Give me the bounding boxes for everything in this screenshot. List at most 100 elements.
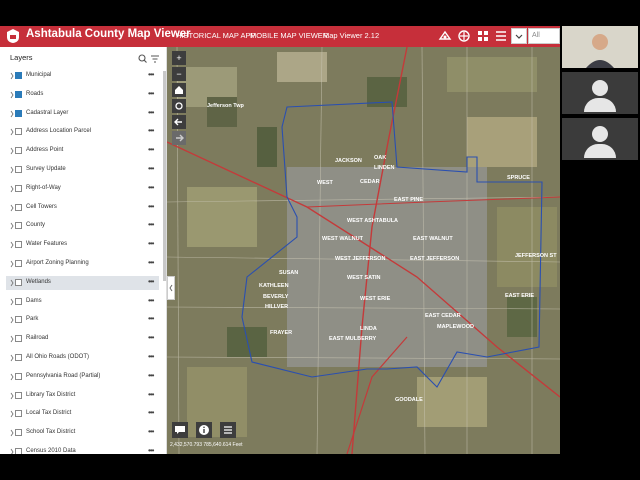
locate-button[interactable] [172,99,186,113]
search-input[interactable]: All [528,28,560,44]
nav-historical-map-app[interactable]: HISTORICAL MAP APP [176,31,255,40]
layer-visibility-checkbox[interactable] [15,147,22,155]
layer-visibility-checkbox[interactable] [15,166,22,173]
chevron-right-icon[interactable] [10,392,14,400]
chat-button[interactable] [172,422,188,438]
layer-options-icon[interactable]: ••• [148,258,154,267]
layer-row[interactable]: Library Tax District ••• [0,389,160,403]
layer-row[interactable]: Municipal ••• [0,69,160,84]
chevron-right-icon[interactable] [10,166,14,174]
layer-row[interactable]: Pennsylvania Road (Partial) ••• [0,370,160,384]
layer-options-icon[interactable]: ••• [148,108,154,117]
layer-row[interactable]: Railroad ••• [0,332,160,346]
layer-options-icon[interactable]: ••• [148,446,154,454]
panel-collapse-handle[interactable] [167,276,175,300]
layer-options-icon[interactable]: ••• [148,126,154,135]
chevron-right-icon[interactable] [10,128,14,136]
layer-row[interactable]: Water Features ••• [0,238,160,252]
zoom-out-button[interactable]: − [172,67,186,81]
layer-visibility-checkbox[interactable] [15,90,22,103]
chevron-right-icon[interactable] [10,91,14,99]
search-source-dropdown[interactable] [511,28,527,44]
layer-visibility-checkbox[interactable] [15,391,22,399]
chevron-right-icon[interactable] [10,222,14,230]
chevron-right-icon[interactable] [10,316,14,324]
chevron-right-icon[interactable] [10,429,14,437]
chevron-right-icon[interactable] [10,354,14,362]
filter-list-icon[interactable] [151,55,159,63]
layer-row[interactable]: All Ohio Roads (ODOT) ••• [0,351,160,365]
chevron-right-icon[interactable] [10,410,14,418]
layer-list-scrollbar[interactable] [163,71,166,281]
bookmark-grid-icon[interactable] [476,29,490,43]
layer-options-icon[interactable]: ••• [148,427,154,436]
layer-row[interactable]: Address Location Parcel ••• [0,125,160,139]
layer-visibility-checkbox[interactable] [15,354,22,361]
chevron-right-icon[interactable] [10,110,14,118]
layer-row[interactable]: School Tax District ••• [0,426,160,440]
chevron-right-icon[interactable] [10,373,14,381]
layer-row[interactable]: Cell Towers ••• [0,201,160,215]
zoom-in-button[interactable]: + [172,51,186,65]
chevron-right-icon[interactable] [10,147,14,155]
next-extent-button[interactable] [172,131,186,145]
layer-options-icon[interactable]: ••• [148,333,154,342]
layer-options-icon[interactable]: ••• [148,371,154,380]
chevron-right-icon[interactable] [10,298,14,306]
layer-visibility-checkbox[interactable] [15,297,22,305]
layer-visibility-checkbox[interactable] [15,222,22,230]
layer-row[interactable]: Wetlands ••• [6,275,159,290]
chevron-right-icon[interactable] [10,260,14,268]
map-view[interactable]: Jefferson Twp JACKSON OAK LINDEN WEST CE… [167,47,560,454]
layer-visibility-checkbox[interactable] [15,241,22,249]
layer-options-icon[interactable]: ••• [148,183,154,192]
layer-options-icon[interactable]: ••• [148,277,154,286]
layer-options-icon[interactable]: ••• [148,89,154,98]
menu-icon[interactable] [494,29,508,43]
layer-visibility-checkbox[interactable] [15,410,22,418]
chevron-right-icon[interactable] [10,241,14,249]
nav-mobile-map-viewer[interactable]: MOBILE MAP VIEWER [250,31,328,40]
layer-row[interactable]: Dams ••• [0,295,160,309]
layer-visibility-checkbox[interactable] [15,429,22,437]
layer-options-icon[interactable]: ••• [148,145,154,154]
chevron-right-icon[interactable] [10,185,14,193]
layers-toggle-icon[interactable] [457,29,471,43]
layer-options-icon[interactable]: ••• [148,164,154,173]
layer-options-icon[interactable]: ••• [148,70,154,79]
chevron-right-icon[interactable] [10,72,14,80]
layer-options-icon[interactable]: ••• [148,220,154,229]
tools-icon[interactable] [438,29,452,43]
layer-row[interactable]: Right-of-Way ••• [0,182,160,196]
layer-visibility-checkbox[interactable] [15,278,22,286]
layer-row[interactable]: County ••• [0,219,160,233]
previous-extent-button[interactable] [172,115,186,129]
layer-options-icon[interactable]: ••• [148,314,154,323]
layer-visibility-checkbox[interactable] [15,109,22,122]
layer-visibility-checkbox[interactable] [15,372,22,380]
layer-options-icon[interactable]: ••• [148,296,154,305]
layer-options-icon[interactable]: ••• [148,352,154,361]
layer-row[interactable]: Airport Zoning Planning ••• [0,257,160,271]
layer-visibility-checkbox[interactable] [15,128,22,136]
layer-row[interactable]: Park ••• [0,313,160,327]
chevron-right-icon[interactable] [10,335,14,343]
about-button[interactable] [196,422,212,438]
layer-options-icon[interactable]: ••• [148,202,154,211]
layer-row[interactable]: Address Point ••• [0,144,160,158]
layer-row[interactable]: Census 2010 Data ••• [0,445,160,454]
chevron-right-icon[interactable] [10,204,14,212]
chevron-right-icon[interactable] [10,279,14,287]
home-button[interactable] [172,83,186,97]
layer-row[interactable]: Roads ••• [0,88,160,103]
layer-visibility-checkbox[interactable] [15,203,22,211]
layer-options-icon[interactable]: ••• [148,239,154,248]
layer-visibility-checkbox[interactable] [15,316,22,324]
layer-options-icon[interactable]: ••• [148,390,154,399]
layer-visibility-checkbox[interactable] [15,72,22,84]
layer-visibility-checkbox[interactable] [15,184,22,192]
nav-map-viewer-version[interactable]: Map Viewer 2.12 [323,31,379,40]
layer-visibility-checkbox[interactable] [15,335,22,343]
search-icon[interactable] [138,54,147,63]
layer-options-icon[interactable]: ••• [148,408,154,417]
